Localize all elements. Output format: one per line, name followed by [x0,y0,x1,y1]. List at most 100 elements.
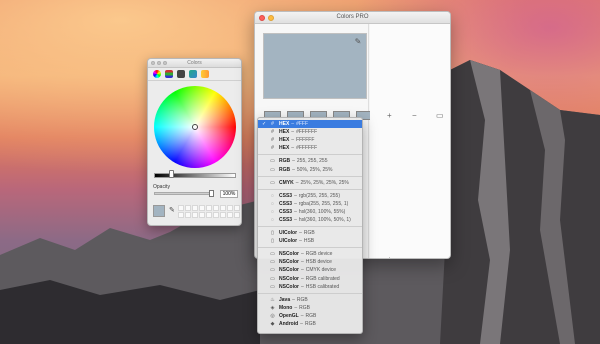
opacity-slider-knob[interactable] [209,190,214,197]
swatch-cell[interactable] [192,212,198,218]
format-menu-item[interactable]: ◈ Mono – RGB [258,304,362,312]
swatch-cell[interactable] [206,212,212,218]
remove-button[interactable]: − [412,111,417,121]
color-wheel-marker[interactable] [192,124,198,130]
format-separator: – [301,275,304,282]
format-menu-item[interactable]: ▯ UIColor – HSB [258,237,362,245]
swatch-cell[interactable] [199,212,205,218]
folder-icon[interactable]: ▭ [436,111,444,121]
opacity-value-field[interactable]: 100% [220,190,238,198]
swatch-cell[interactable] [234,212,240,218]
eyedropper-icon[interactable]: ✎ [352,36,364,48]
format-example: HSB device [305,259,332,266]
eyedropper-icon[interactable]: ✎ [169,207,175,215]
folder-icon[interactable]: ▭ [436,255,444,258]
color-wheel-icon[interactable] [153,70,161,78]
format-separator: – [299,238,302,245]
format-menu-item[interactable]: ▭ NSColor – HSB device [258,258,362,266]
format-menu-item[interactable]: ▭ NSColor – CMYK device [258,266,362,274]
format-menu-item[interactable]: # HEX – FFFFFF [258,136,362,144]
format-menu-item[interactable]: ▭ RGB –255, 255, 255 [258,157,362,165]
swatch-cell[interactable] [199,205,205,211]
swatch-cell[interactable] [234,205,240,211]
swatch-cell[interactable] [192,205,198,211]
format-separator: – [294,192,297,199]
format-menu-item[interactable]: ◌ CSS3– hsl(360, 100%, 55%) [258,208,362,216]
swatch-cell[interactable] [220,212,226,218]
format-menu-item[interactable]: ▭ RGB –50%, 25%, 25% [258,165,362,173]
format-menu-item[interactable]: ✓ # HEX – #FFF [258,120,362,129]
swatch-cell[interactable] [185,205,191,211]
colors-pro-sidebar: + − ▭ + − ▭ [370,24,450,258]
format-icon: ▯ [271,238,274,245]
format-menu-item[interactable]: ◌ CSS3– rgba(255, 255, 255, 1) [258,200,362,208]
format-menu-item[interactable]: ▭ CMYK –25%, 25%, 25%, 25% [258,179,362,187]
format-icon: ◌ [271,200,274,207]
format-icon: ▭ [270,259,275,266]
brightness-slider-knob[interactable] [169,170,174,178]
colors-panel-toolbar [148,68,241,81]
format-icon: ◌ [271,192,274,199]
format-example: RGB [296,296,308,303]
format-menu-item[interactable]: ▭ NSColor – RGB device [258,250,362,258]
remove-button-bottom[interactable]: − [412,255,417,258]
swatch-cell[interactable] [178,205,184,211]
add-button[interactable]: + [387,111,392,121]
format-menu-item[interactable]: # HEX – #FFFFFF [258,128,362,136]
color-preview[interactable]: ✎ [263,33,367,99]
format-name: Java [279,296,291,303]
format-icon: ▯ [271,230,274,237]
format-example: 255, 255, 255 [296,158,328,165]
menu-divider [258,154,362,156]
swatch-cell[interactable] [213,205,219,211]
opacity-slider[interactable] [154,192,214,195]
format-name: Android [279,321,299,328]
swatch-cell[interactable] [213,212,219,218]
format-example: #FFFFFF [296,145,318,152]
format-menu-item[interactable]: ◌ CSS3– rgb(255, 255, 255) [258,192,362,200]
swatch-cell[interactable] [227,212,233,218]
swatch-cell[interactable] [220,205,226,211]
format-example: RGB [304,321,316,328]
format-name: CSS3 [279,192,293,199]
format-separator: – [291,129,295,136]
brightness-slider[interactable] [154,173,236,178]
format-menu-item[interactable]: ◌ CSS3– hsl(360, 100%, 50%, 1) [258,216,362,224]
format-name: Mono [279,304,293,311]
format-icon: ▭ [270,251,275,258]
format-name: RGB [279,166,291,173]
format-menu-item[interactable]: ◆ Android – RGB [258,320,362,328]
format-name: CMYK [279,179,294,186]
format-menu-item[interactable]: ▯ UIColor – RGB [258,229,362,237]
format-name: CSS3 [279,208,293,215]
format-name: HEX [279,121,290,128]
format-name: NSColor [279,259,299,266]
format-menu-item[interactable]: ▭ NSColor – RGB calibrated [258,275,362,283]
crayons-icon[interactable] [201,70,209,78]
swatch-cell[interactable] [185,212,191,218]
format-menu-item[interactable]: ♨ Java – RGB [258,296,362,304]
format-menu-item[interactable]: ▭ NSColor – HSB calibrated [258,283,362,291]
format-name: NSColor [279,251,299,258]
menu-divider [258,188,362,190]
format-separator: – [294,304,298,311]
image-palettes-icon[interactable] [189,70,197,78]
swatch-cell[interactable] [178,212,184,218]
format-separator: – [292,166,295,173]
swatch-cell[interactable] [227,205,233,211]
color-palettes-icon[interactable] [177,70,185,78]
swatch-cell[interactable] [206,205,212,211]
add-button-bottom[interactable]: + [387,255,392,258]
format-example: RGB [299,304,310,311]
format-name: HEX [279,129,290,136]
format-icon: ▭ [270,267,275,274]
format-menu-item[interactable]: ◎ OpenGL – RGB [258,312,362,320]
current-color-swatch[interactable] [153,205,165,217]
colors-pro-titlebar: Colors PRO [255,12,450,24]
color-sliders-icon[interactable] [165,70,173,78]
format-example: hsl(360, 100%, 55%) [298,208,346,215]
format-example: rgb(255, 255, 255) [298,192,340,199]
format-menu-item[interactable]: # HEX – #FFFFFF [258,144,362,152]
menu-divider [258,247,362,249]
color-wheel[interactable] [154,86,236,168]
